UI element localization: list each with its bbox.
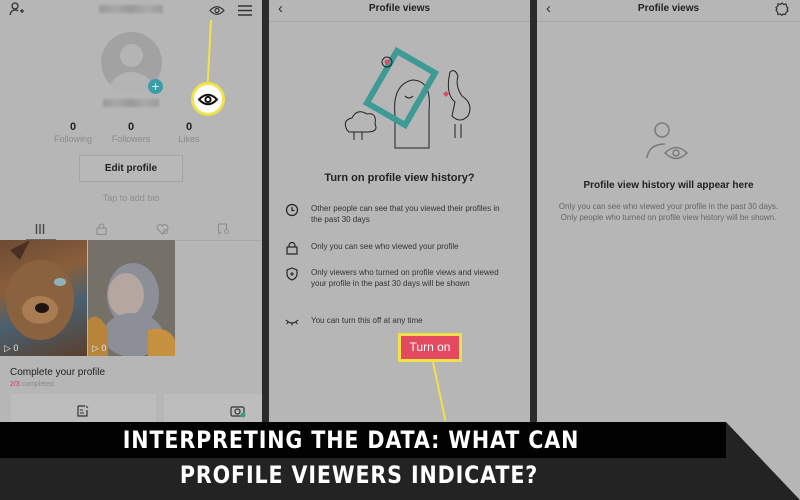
eye-icon-highlight <box>191 82 225 116</box>
add-avatar-icon[interactable]: + <box>148 79 163 94</box>
edit-profile-button[interactable]: Edit profile <box>79 155 183 182</box>
tab-videos[interactable] <box>20 218 60 241</box>
stat-value: 0 <box>127 121 135 133</box>
banner-title-line-1: INTERPRETING THE DATA: WHAT CAN <box>122 426 580 454</box>
display-name-redacted <box>103 99 159 107</box>
stat-likes[interactable]: 0 Likes <box>159 121 219 144</box>
closed-eye-icon <box>285 319 299 326</box>
add-photo-card[interactable] <box>164 394 262 424</box>
heart-hidden-icon <box>156 223 168 235</box>
stat-label: Likes <box>178 134 200 144</box>
header: ‹ Profile views <box>269 0 530 22</box>
profile-tabs <box>0 218 262 241</box>
clock-icon <box>285 203 299 217</box>
camera-icon <box>230 406 246 418</box>
prompt-heading: Turn on profile view history? <box>324 172 475 184</box>
stat-value: 0 <box>69 121 77 133</box>
bullet-text: Only viewers who turned on profile views… <box>311 268 499 288</box>
stat-following[interactable]: 0 Following <box>43 121 103 144</box>
callout-line <box>432 361 447 421</box>
complete-profile-progress: 2/3 completed <box>10 381 54 388</box>
stat-label: Following <box>53 134 93 144</box>
stat-value: 0 <box>185 121 193 133</box>
complete-profile-title: Complete your profile <box>10 367 106 378</box>
header-title: Profile views <box>637 3 700 14</box>
play-count: ▷ 0 <box>92 343 107 353</box>
header-title: Profile views <box>368 3 431 14</box>
empty-state-heading: Profile view history will appear here <box>583 180 754 191</box>
tab-private[interactable] <box>81 218 121 240</box>
settings-gear-icon[interactable] <box>775 2 789 16</box>
empty-state-description: Only you can see who viewed your profile… <box>558 202 779 222</box>
menu-icon[interactable] <box>238 3 252 21</box>
lock-icon <box>286 241 298 255</box>
stat-label: Followers <box>111 134 151 144</box>
bullet-text: You can turn this off at any time <box>311 316 423 325</box>
person-eye-icon <box>646 122 689 160</box>
add-friend-icon[interactable] <box>9 2 25 21</box>
play-count: ▷ 0 <box>4 343 19 353</box>
bullet-text: Only you can see who viewed your profile <box>311 242 459 251</box>
add-bio-card[interactable] <box>11 394 156 424</box>
edit-note-icon <box>77 405 89 417</box>
stat-followers[interactable]: 0 Followers <box>101 121 161 144</box>
bullet-text: Other people can see that you viewed the… <box>311 204 500 224</box>
bookmark-hidden-icon <box>217 223 229 235</box>
lock-icon <box>96 223 106 235</box>
tab-favorites[interactable] <box>203 218 243 240</box>
add-bio-link[interactable]: Tap to add bio <box>0 193 262 203</box>
profile-views-eye-icon[interactable] <box>209 3 225 21</box>
callout-line <box>206 19 212 84</box>
video-thumbnail[interactable]: ▷ 0 <box>0 240 87 356</box>
turn-on-button[interactable]: Turn on <box>398 333 462 362</box>
video-thumbnail[interactable]: ▷ 0 <box>88 240 175 356</box>
profile-views-illustration <box>344 46 471 149</box>
banner-title-line-2: PROFILE VIEWERS INDICATE? <box>179 461 539 489</box>
grid-icon <box>35 224 45 234</box>
progress-suffix: completed <box>21 381 54 388</box>
shield-icon <box>286 267 298 281</box>
username-redacted <box>99 5 163 13</box>
view-count: 0 <box>13 343 19 353</box>
progress-fraction: 2/3 <box>10 381 20 388</box>
header: ‹ Profile views <box>537 0 800 22</box>
tab-liked[interactable] <box>142 218 182 240</box>
view-count: 0 <box>101 343 107 353</box>
